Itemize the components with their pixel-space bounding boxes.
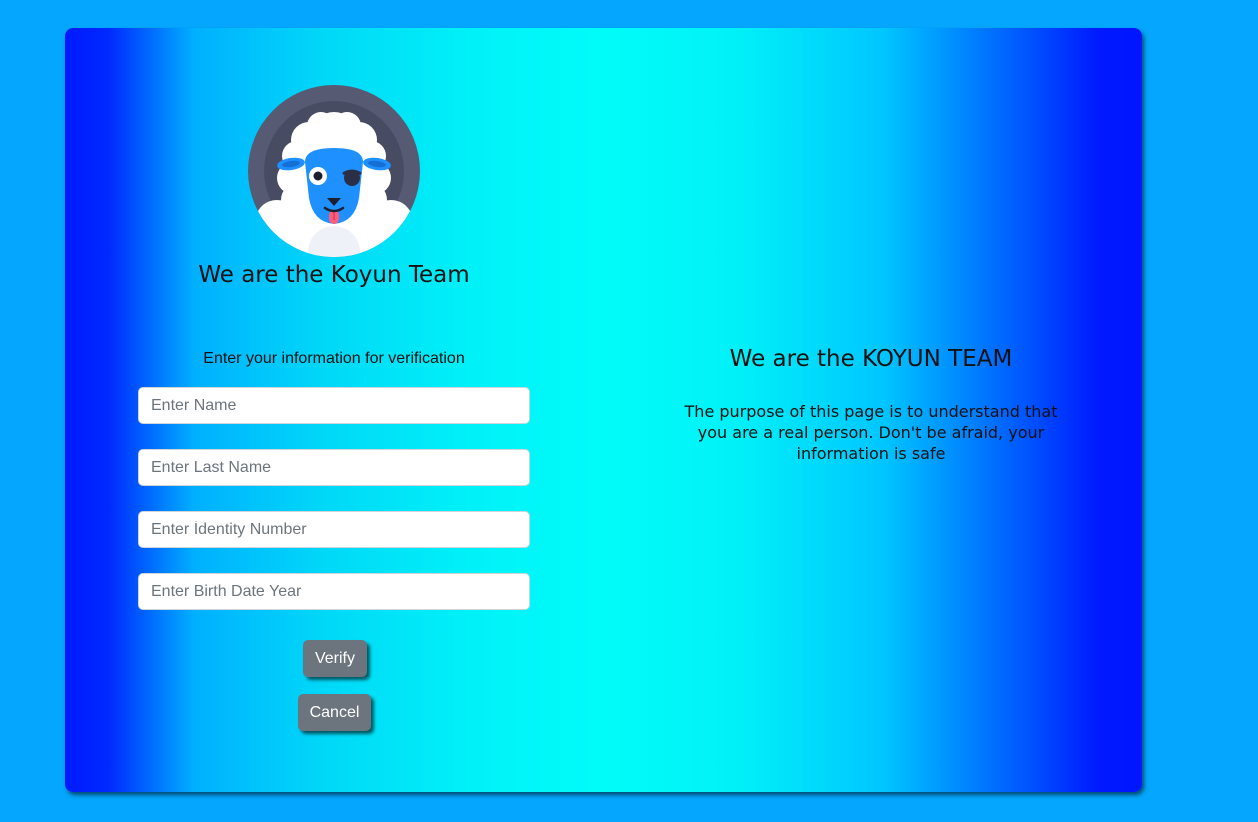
name-input[interactable] [138,387,530,424]
verification-form-panel: We are the Koyun Team Enter your informa… [65,28,603,792]
info-title: We are the KOYUN TEAM [729,346,1013,372]
info-panel: We are the KOYUN TEAM The purpose of thi… [673,28,1069,792]
sheep-avatar-icon [248,85,420,257]
form-intro-text: Enter your information for verification [203,350,465,367]
info-description: The purpose of this page is to understan… [684,402,1058,463]
cancel-button[interactable]: Cancel [298,694,371,731]
last-name-input[interactable] [138,449,530,486]
verification-card: We are the Koyun Team Enter your informa… [65,28,1142,792]
identity-number-input[interactable] [138,511,530,548]
birth-year-input[interactable] [138,573,530,610]
verify-button[interactable]: Verify [303,640,367,677]
team-title: We are the Koyun Team [198,262,470,288]
